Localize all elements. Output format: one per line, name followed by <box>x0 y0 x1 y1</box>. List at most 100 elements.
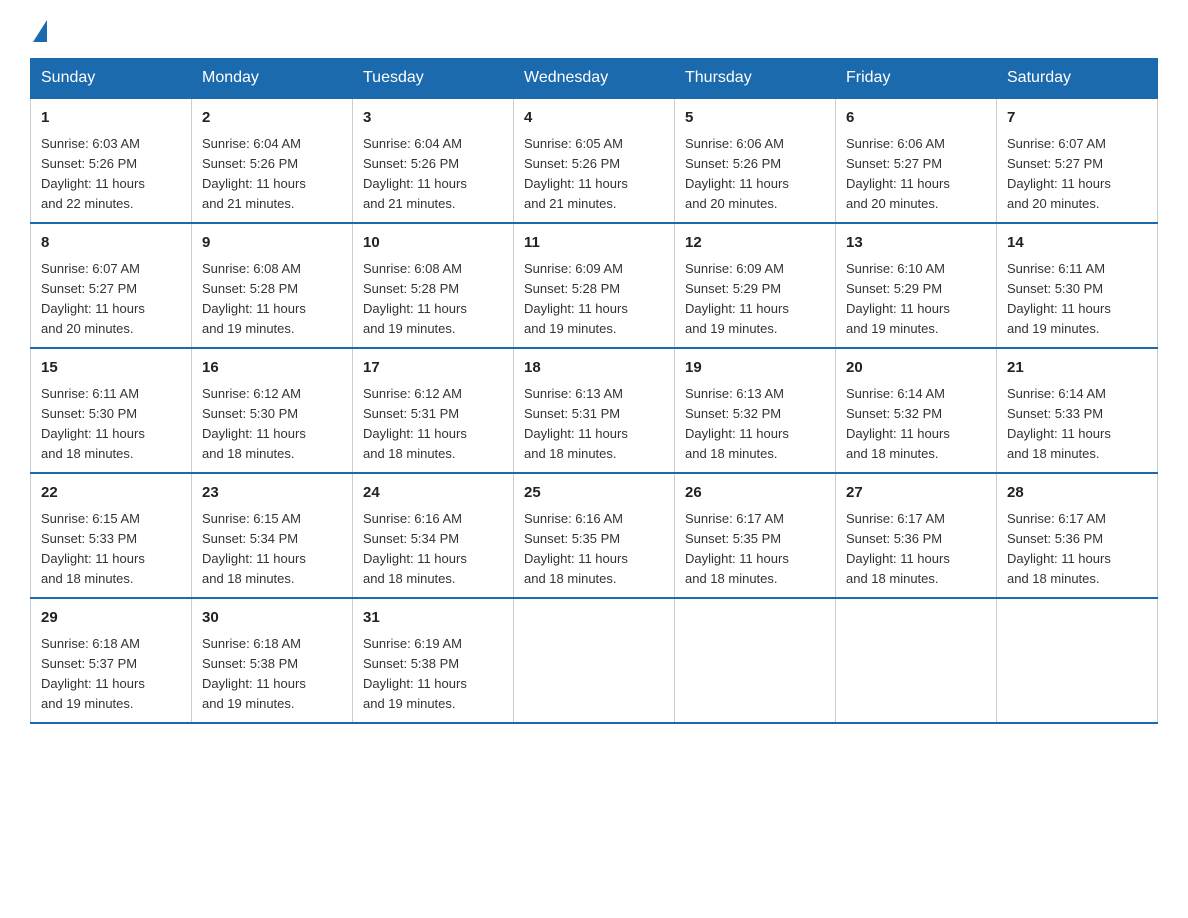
day-number: 10 <box>363 232 503 255</box>
day-cell <box>997 598 1158 723</box>
day-cell: 3 Sunrise: 6:04 AMSunset: 5:26 PMDayligh… <box>353 98 514 223</box>
logo-triangle-icon <box>33 20 47 42</box>
day-cell: 2 Sunrise: 6:04 AMSunset: 5:26 PMDayligh… <box>192 98 353 223</box>
day-info: Sunrise: 6:12 AMSunset: 5:30 PMDaylight:… <box>202 386 306 461</box>
week-row-5: 29 Sunrise: 6:18 AMSunset: 5:37 PMDaylig… <box>31 598 1158 723</box>
day-cell: 24 Sunrise: 6:16 AMSunset: 5:34 PMDaylig… <box>353 473 514 598</box>
day-info: Sunrise: 6:15 AMSunset: 5:33 PMDaylight:… <box>41 511 145 586</box>
week-row-1: 1 Sunrise: 6:03 AMSunset: 5:26 PMDayligh… <box>31 98 1158 223</box>
day-number: 5 <box>685 107 825 130</box>
calendar-table: SundayMondayTuesdayWednesdayThursdayFrid… <box>30 58 1158 724</box>
day-info: Sunrise: 6:19 AMSunset: 5:38 PMDaylight:… <box>363 636 467 711</box>
day-info: Sunrise: 6:07 AMSunset: 5:27 PMDaylight:… <box>41 261 145 336</box>
day-number: 27 <box>846 482 986 505</box>
day-info: Sunrise: 6:09 AMSunset: 5:28 PMDaylight:… <box>524 261 628 336</box>
calendar-header-row: SundayMondayTuesdayWednesdayThursdayFrid… <box>31 59 1158 99</box>
day-number: 18 <box>524 357 664 380</box>
day-cell: 31 Sunrise: 6:19 AMSunset: 5:38 PMDaylig… <box>353 598 514 723</box>
day-info: Sunrise: 6:15 AMSunset: 5:34 PMDaylight:… <box>202 511 306 586</box>
day-info: Sunrise: 6:07 AMSunset: 5:27 PMDaylight:… <box>1007 136 1111 211</box>
day-info: Sunrise: 6:06 AMSunset: 5:26 PMDaylight:… <box>685 136 789 211</box>
day-number: 15 <box>41 357 181 380</box>
day-number: 16 <box>202 357 342 380</box>
day-number: 12 <box>685 232 825 255</box>
day-cell: 15 Sunrise: 6:11 AMSunset: 5:30 PMDaylig… <box>31 348 192 473</box>
day-info: Sunrise: 6:04 AMSunset: 5:26 PMDaylight:… <box>202 136 306 211</box>
day-cell: 6 Sunrise: 6:06 AMSunset: 5:27 PMDayligh… <box>836 98 997 223</box>
day-number: 30 <box>202 607 342 630</box>
day-info: Sunrise: 6:10 AMSunset: 5:29 PMDaylight:… <box>846 261 950 336</box>
day-info: Sunrise: 6:14 AMSunset: 5:33 PMDaylight:… <box>1007 386 1111 461</box>
day-number: 2 <box>202 107 342 130</box>
col-header-monday: Monday <box>192 59 353 99</box>
day-cell: 1 Sunrise: 6:03 AMSunset: 5:26 PMDayligh… <box>31 98 192 223</box>
day-cell: 16 Sunrise: 6:12 AMSunset: 5:30 PMDaylig… <box>192 348 353 473</box>
day-number: 19 <box>685 357 825 380</box>
day-number: 9 <box>202 232 342 255</box>
day-info: Sunrise: 6:08 AMSunset: 5:28 PMDaylight:… <box>363 261 467 336</box>
day-number: 24 <box>363 482 503 505</box>
day-cell: 28 Sunrise: 6:17 AMSunset: 5:36 PMDaylig… <box>997 473 1158 598</box>
day-number: 29 <box>41 607 181 630</box>
day-number: 3 <box>363 107 503 130</box>
day-cell: 14 Sunrise: 6:11 AMSunset: 5:30 PMDaylig… <box>997 223 1158 348</box>
day-cell: 20 Sunrise: 6:14 AMSunset: 5:32 PMDaylig… <box>836 348 997 473</box>
day-number: 7 <box>1007 107 1147 130</box>
day-info: Sunrise: 6:14 AMSunset: 5:32 PMDaylight:… <box>846 386 950 461</box>
day-info: Sunrise: 6:17 AMSunset: 5:36 PMDaylight:… <box>846 511 950 586</box>
day-cell <box>675 598 836 723</box>
logo-top <box>30 20 47 42</box>
day-number: 31 <box>363 607 503 630</box>
day-cell: 12 Sunrise: 6:09 AMSunset: 5:29 PMDaylig… <box>675 223 836 348</box>
day-cell: 21 Sunrise: 6:14 AMSunset: 5:33 PMDaylig… <box>997 348 1158 473</box>
day-info: Sunrise: 6:04 AMSunset: 5:26 PMDaylight:… <box>363 136 467 211</box>
day-cell <box>836 598 997 723</box>
day-number: 8 <box>41 232 181 255</box>
day-number: 26 <box>685 482 825 505</box>
day-info: Sunrise: 6:11 AMSunset: 5:30 PMDaylight:… <box>41 386 145 461</box>
day-info: Sunrise: 6:11 AMSunset: 5:30 PMDaylight:… <box>1007 261 1111 336</box>
day-cell: 11 Sunrise: 6:09 AMSunset: 5:28 PMDaylig… <box>514 223 675 348</box>
week-row-3: 15 Sunrise: 6:11 AMSunset: 5:30 PMDaylig… <box>31 348 1158 473</box>
week-row-2: 8 Sunrise: 6:07 AMSunset: 5:27 PMDayligh… <box>31 223 1158 348</box>
day-info: Sunrise: 6:16 AMSunset: 5:34 PMDaylight:… <box>363 511 467 586</box>
col-header-thursday: Thursday <box>675 59 836 99</box>
col-header-wednesday: Wednesday <box>514 59 675 99</box>
col-header-saturday: Saturday <box>997 59 1158 99</box>
day-info: Sunrise: 6:12 AMSunset: 5:31 PMDaylight:… <box>363 386 467 461</box>
day-info: Sunrise: 6:17 AMSunset: 5:36 PMDaylight:… <box>1007 511 1111 586</box>
day-cell: 26 Sunrise: 6:17 AMSunset: 5:35 PMDaylig… <box>675 473 836 598</box>
day-number: 4 <box>524 107 664 130</box>
day-number: 23 <box>202 482 342 505</box>
day-info: Sunrise: 6:13 AMSunset: 5:32 PMDaylight:… <box>685 386 789 461</box>
day-info: Sunrise: 6:18 AMSunset: 5:38 PMDaylight:… <box>202 636 306 711</box>
week-row-4: 22 Sunrise: 6:15 AMSunset: 5:33 PMDaylig… <box>31 473 1158 598</box>
col-header-friday: Friday <box>836 59 997 99</box>
day-info: Sunrise: 6:08 AMSunset: 5:28 PMDaylight:… <box>202 261 306 336</box>
day-number: 28 <box>1007 482 1147 505</box>
day-cell: 13 Sunrise: 6:10 AMSunset: 5:29 PMDaylig… <box>836 223 997 348</box>
logo <box>30 20 47 38</box>
day-info: Sunrise: 6:03 AMSunset: 5:26 PMDaylight:… <box>41 136 145 211</box>
day-cell: 5 Sunrise: 6:06 AMSunset: 5:26 PMDayligh… <box>675 98 836 223</box>
day-number: 25 <box>524 482 664 505</box>
day-number: 1 <box>41 107 181 130</box>
day-number: 21 <box>1007 357 1147 380</box>
day-cell: 18 Sunrise: 6:13 AMSunset: 5:31 PMDaylig… <box>514 348 675 473</box>
day-cell <box>514 598 675 723</box>
day-info: Sunrise: 6:17 AMSunset: 5:35 PMDaylight:… <box>685 511 789 586</box>
day-cell: 19 Sunrise: 6:13 AMSunset: 5:32 PMDaylig… <box>675 348 836 473</box>
day-number: 6 <box>846 107 986 130</box>
day-info: Sunrise: 6:13 AMSunset: 5:31 PMDaylight:… <box>524 386 628 461</box>
day-cell: 22 Sunrise: 6:15 AMSunset: 5:33 PMDaylig… <box>31 473 192 598</box>
day-info: Sunrise: 6:05 AMSunset: 5:26 PMDaylight:… <box>524 136 628 211</box>
day-number: 11 <box>524 232 664 255</box>
day-number: 20 <box>846 357 986 380</box>
page-header <box>30 20 1158 38</box>
col-header-tuesday: Tuesday <box>353 59 514 99</box>
day-cell: 23 Sunrise: 6:15 AMSunset: 5:34 PMDaylig… <box>192 473 353 598</box>
day-cell: 17 Sunrise: 6:12 AMSunset: 5:31 PMDaylig… <box>353 348 514 473</box>
day-cell: 29 Sunrise: 6:18 AMSunset: 5:37 PMDaylig… <box>31 598 192 723</box>
day-number: 13 <box>846 232 986 255</box>
day-cell: 25 Sunrise: 6:16 AMSunset: 5:35 PMDaylig… <box>514 473 675 598</box>
